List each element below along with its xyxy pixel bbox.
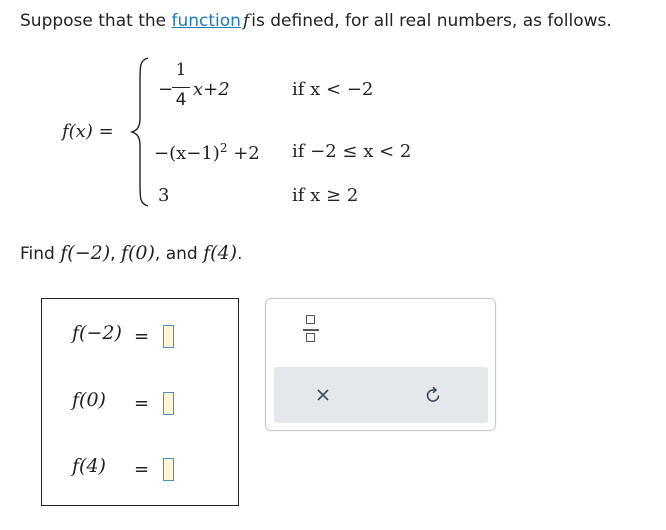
piece2-base: −(x−1) [154,143,220,164]
piece2-expr: −(x−1)2 +2 [154,141,260,164]
find-label: Find [20,244,55,264]
lhs-text: f(x) = [62,121,114,142]
answer-2-input[interactable] [163,392,174,415]
answer-row-1: f(−2) [72,322,122,344]
fraction-denominator-box [306,333,315,342]
piece1-frac-den: 4 [175,90,187,110]
tool-actions-bar [274,367,488,423]
answer-1-input[interactable] [163,325,174,348]
piece2-condition: if −2 ≤ x < 2 [292,141,412,162]
prompt-text-after: is defined, for all real numbers, as fol… [251,11,612,31]
answer-1-equals: = [134,326,150,347]
piece2-tail: +2 [233,143,260,164]
find-item-3: f(4) [203,242,238,264]
undo-icon[interactable] [420,382,446,408]
problem-prompt: Suppose that the function f is defined, fo… [20,11,612,31]
answer-2-lhs: f(0) [72,389,106,411]
function-symbol: f [242,11,250,31]
answer-3-lhs: f(4) [72,455,106,477]
clear-x-icon[interactable] [310,382,336,408]
find-end: . [237,244,243,264]
answer-2-equals: = [134,393,150,414]
find-joiner-1: , [110,244,121,264]
find-item-2: f(0) [120,242,155,264]
fraction-icon[interactable] [302,315,320,345]
answer-row-3: f(4) [72,455,106,477]
piece3-expr: 3 [158,185,170,206]
piece3-condition: if x ≥ 2 [292,185,359,206]
answer-3-input[interactable] [163,458,174,481]
answer-3-equals: = [134,459,150,480]
function-link[interactable]: function [172,11,241,31]
find-joiner-2: , and [154,244,204,264]
definition-lhs: f(x) = [62,121,114,142]
piece1-expr-rest: x+2 [193,79,230,100]
find-item-1: f(−2) [60,242,111,264]
left-brace [130,57,149,207]
math-tools-panel [265,298,496,431]
piece1-fraction-bar [172,87,190,88]
piece1-condition: if x < −2 [292,79,374,100]
answer-row-2: f(0) [72,389,106,411]
answer-panel: f(−2) = f(0) = f(4) = [41,298,239,506]
piece1-frac-num: 1 [175,60,187,80]
fraction-numerator-box [306,315,315,324]
piece2-exponent: 2 [219,141,228,155]
answer-1-lhs: f(−2) [72,322,122,344]
fraction-bar [303,329,319,331]
find-instruction: Find f(−2), f(0), and f(4). [20,242,242,264]
prompt-text-before: Suppose that the [20,11,172,31]
